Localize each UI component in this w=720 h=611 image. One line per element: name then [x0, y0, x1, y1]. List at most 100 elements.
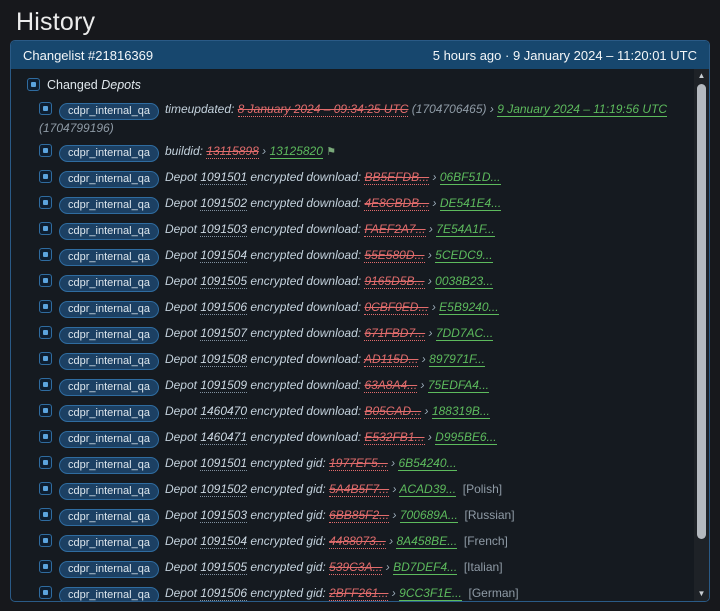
depot-badge[interactable]: cdpr_internal_qa — [59, 561, 159, 578]
expander-dot-icon — [43, 408, 48, 413]
scrollbar-thumb[interactable] — [697, 84, 706, 539]
expander-icon[interactable] — [39, 248, 52, 261]
depot-link[interactable]: 1091503 — [200, 222, 248, 237]
expander-icon[interactable] — [39, 300, 52, 313]
depot-badge[interactable]: cdpr_internal_qa — [59, 379, 159, 396]
depot-badge[interactable]: cdpr_internal_qa — [59, 587, 159, 601]
expander-icon[interactable] — [39, 196, 52, 209]
depot-link[interactable]: 1091502 — [200, 482, 248, 497]
patchnotes-flag-icon[interactable]: ⚑ — [326, 146, 336, 158]
depot-badge[interactable]: cdpr_internal_qa — [59, 327, 159, 344]
expander-icon[interactable] — [39, 586, 52, 599]
row-text: encrypted download: — [247, 222, 365, 236]
depot-link[interactable]: 1091505 — [200, 274, 248, 289]
depot-badge[interactable]: cdpr_internal_qa — [59, 223, 159, 240]
new-value[interactable]: 8A458BE... — [396, 534, 458, 549]
depot-badge[interactable]: cdpr_internal_qa — [59, 535, 159, 552]
scroll-down-icon[interactable]: ▼ — [694, 587, 709, 601]
changelist-link[interactable]: Changelist #21816369 — [23, 48, 153, 63]
expander-icon[interactable] — [39, 456, 52, 469]
depot-link[interactable]: 1091506 — [200, 300, 248, 315]
scroll-up-icon[interactable]: ▲ — [694, 69, 709, 83]
depot-link[interactable]: 1091502 — [200, 196, 248, 211]
depot-badge[interactable]: cdpr_internal_qa — [59, 171, 159, 188]
new-value[interactable]: 0038B23... — [435, 274, 494, 289]
new-value[interactable]: 7E54A1F... — [436, 222, 495, 237]
expander-icon[interactable] — [39, 482, 52, 495]
new-value[interactable]: 7DD7AC... — [435, 326, 494, 341]
separator: › — [387, 456, 399, 470]
expander-icon[interactable] — [39, 274, 52, 287]
expander-icon[interactable] — [39, 430, 52, 443]
old-value: 539C3A... — [329, 560, 383, 575]
expander-icon[interactable] — [39, 326, 52, 339]
expander-dot-icon — [43, 200, 48, 205]
new-value[interactable]: ACAD39... — [399, 482, 457, 497]
depot-link[interactable]: 1091501 — [200, 170, 248, 185]
old-value: 2BFF261... — [329, 586, 389, 601]
new-value[interactable]: D995BE6... — [435, 430, 497, 445]
expander-icon[interactable] — [39, 404, 52, 417]
history-row: cdpr_internal_qa Depot 1091508 encrypted … — [39, 351, 673, 370]
depot-badge[interactable]: cdpr_internal_qa — [59, 301, 159, 318]
expander-icon[interactable] — [39, 560, 52, 573]
language-label: [German] — [461, 586, 519, 600]
scrollbar[interactable]: ▲ ▼ — [694, 69, 709, 601]
depot-link[interactable]: 1091504 — [200, 248, 248, 263]
depot-badge[interactable]: cdpr_internal_qa — [59, 405, 159, 422]
expander-icon[interactable] — [39, 508, 52, 521]
depot-badge[interactable]: cdpr_internal_qa — [59, 249, 159, 266]
depot-badge[interactable]: cdpr_internal_qa — [59, 483, 159, 500]
depot-badge[interactable]: cdpr_internal_qa — [59, 197, 159, 214]
expander-dot-icon — [31, 82, 36, 87]
depot-link[interactable]: 1091507 — [200, 326, 248, 341]
expander-icon[interactable] — [39, 534, 52, 547]
history-row: cdpr_internal_qa Depot 1091505 encrypted … — [39, 559, 673, 578]
new-value[interactable]: 897971F... — [429, 352, 485, 367]
old-value: 9165D5B... — [364, 274, 425, 289]
new-value[interactable]: E5B9240... — [439, 300, 499, 315]
depot-badge[interactable]: cdpr_internal_qa — [59, 145, 159, 162]
depot-link[interactable]: 1091509 — [200, 378, 248, 393]
depot-badge[interactable]: cdpr_internal_qa — [59, 431, 159, 448]
separator: › — [425, 222, 437, 236]
expander-icon[interactable] — [39, 222, 52, 235]
new-value[interactable]: 13125820 — [269, 144, 323, 159]
expander-icon[interactable] — [39, 170, 52, 183]
row-text: encrypted gid: — [247, 508, 330, 522]
expander-icon[interactable] — [39, 144, 52, 157]
row-text: Depot — [164, 222, 201, 236]
history-row: cdpr_internal_qa buildid: 13115898 › 1312… — [39, 143, 673, 162]
new-value[interactable]: 75EDFA4... — [427, 378, 489, 393]
depot-link[interactable]: 1091508 — [200, 352, 248, 367]
old-value: 13115898 — [206, 144, 259, 159]
depot-badge[interactable]: cdpr_internal_qa — [59, 275, 159, 292]
depot-link[interactable]: 1091504 — [200, 534, 248, 549]
depot-link[interactable]: 1460471 — [200, 430, 248, 445]
separator: › — [428, 300, 440, 314]
depot-badge[interactable]: cdpr_internal_qa — [59, 103, 159, 120]
old-value: 0CBF0ED... — [364, 300, 429, 315]
expander-icon[interactable] — [39, 378, 52, 391]
depot-link[interactable]: 1091505 — [200, 560, 248, 575]
depot-badge[interactable]: cdpr_internal_qa — [59, 353, 159, 370]
depot-link[interactable]: 1091503 — [200, 508, 248, 523]
expander-icon[interactable] — [39, 102, 52, 115]
depot-link[interactable]: 1091506 — [200, 586, 248, 601]
new-value[interactable]: 9 January 2024 – 11:19:56 UTC — [497, 102, 668, 117]
expander-icon[interactable] — [27, 78, 40, 91]
depot-badge[interactable]: cdpr_internal_qa — [59, 457, 159, 474]
expander-icon[interactable] — [39, 352, 52, 365]
depot-link[interactable]: 1091501 — [200, 456, 248, 471]
new-value[interactable]: 9CC3F1E... — [399, 586, 462, 601]
new-value[interactable]: 5CEDC9... — [435, 248, 493, 263]
depot-link[interactable]: 1460470 — [200, 404, 248, 419]
new-value[interactable]: 700689A... — [399, 508, 458, 523]
new-value[interactable]: DE541E4... — [439, 196, 502, 211]
new-value[interactable]: BD7DEF4... — [393, 560, 458, 575]
new-value[interactable]: 6B54240... — [398, 456, 457, 471]
new-value[interactable]: 188319B... — [431, 404, 490, 419]
history-row: cdpr_internal_qa Depot 1091501 encrypted … — [39, 169, 673, 188]
new-value[interactable]: 06BF51D... — [439, 170, 501, 185]
depot-badge[interactable]: cdpr_internal_qa — [59, 509, 159, 526]
